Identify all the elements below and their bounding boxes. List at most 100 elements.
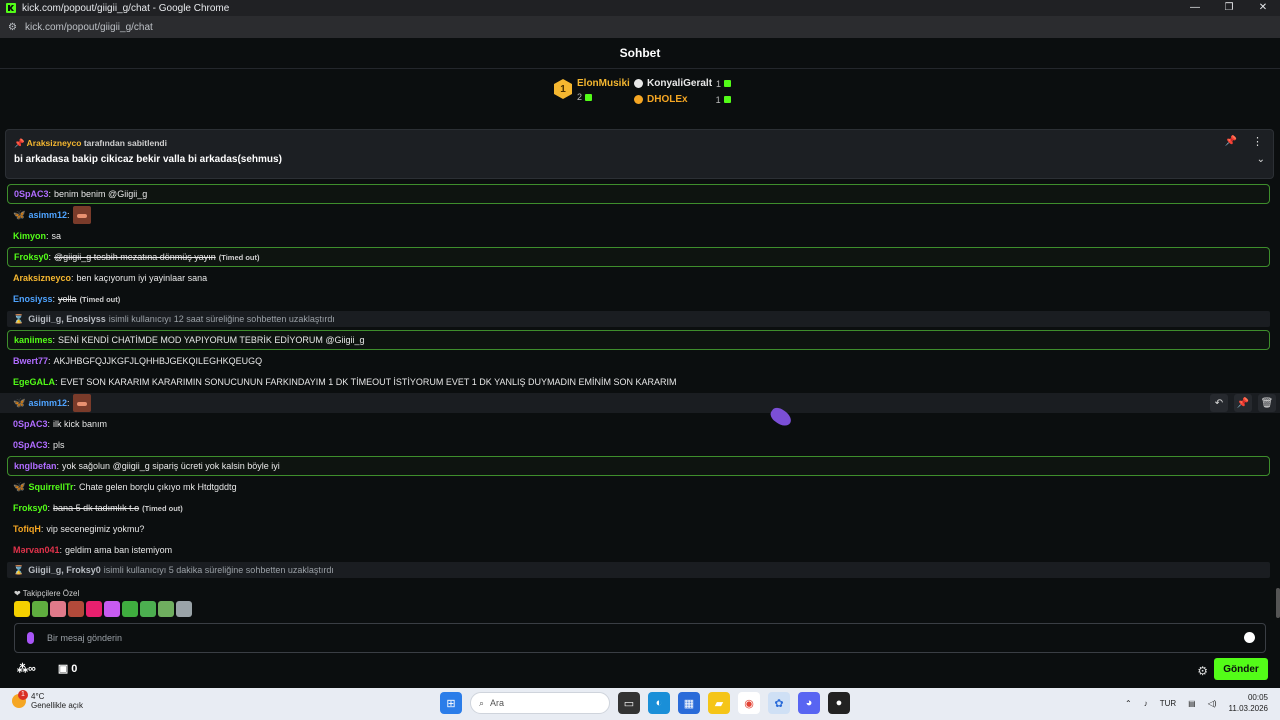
infinity-points[interactable]: ⁂∞: [17, 662, 36, 675]
username[interactable]: 0SpAC3: [14, 189, 49, 199]
chevron-down-icon[interactable]: ⌄: [1257, 154, 1265, 165]
emote-icon[interactable]: [14, 601, 30, 617]
message-composer[interactable]: [14, 623, 1266, 653]
username[interactable]: Mərvan041: [13, 545, 60, 555]
chat-message[interactable]: Kimyon: sa: [7, 226, 1270, 246]
username[interactable]: TofiqH: [13, 524, 41, 534]
username[interactable]: 0SpAC3: [13, 440, 48, 450]
username[interactable]: asimm12: [28, 398, 67, 408]
emote-icon[interactable]: [72, 394, 91, 412]
file-explorer-icon[interactable]: ▰: [708, 692, 730, 714]
username[interactable]: asimm12: [28, 210, 67, 220]
emote-icon[interactable]: [176, 601, 192, 617]
windows-start-icon[interactable]: ⊞: [440, 692, 462, 714]
chat-message[interactable]: Enosiyss: yolla (Timed out): [7, 289, 1270, 309]
username[interactable]: Bwert77: [13, 356, 48, 366]
leaderboard-entry[interactable]: KonyaliGeralt 1: [634, 78, 732, 89]
maximize-button[interactable]: ❐: [1212, 0, 1246, 16]
chat-message[interactable]: 🦋 SquirrellTr: Chate gelen borçlu çıkıyo m…: [7, 477, 1270, 497]
hourglass-icon: ⌛: [13, 564, 25, 575]
username[interactable]: knglbefan: [14, 461, 57, 471]
microphone-icon[interactable]: [27, 632, 34, 644]
emote-icon[interactable]: [68, 601, 84, 617]
pin-message-icon[interactable]: 📌: [1234, 394, 1252, 412]
separator: :: [48, 356, 51, 366]
edge-icon[interactable]: ◐: [648, 692, 670, 714]
chat-page: Sohbet 1 ElonMusiki 2 KonyaliGeralt 1 DH…: [0, 38, 1280, 688]
message-text: pls: [53, 440, 65, 450]
clock[interactable]: 00:05 11.03.2026: [1229, 692, 1268, 714]
discord-icon[interactable]: ◕: [798, 692, 820, 714]
message-text: geldim ama ban istemiyom: [65, 545, 173, 555]
leaderboard-first-name[interactable]: ElonMusiki: [577, 78, 630, 89]
username[interactable]: Froksy0: [14, 252, 49, 262]
search-label: Ara: [490, 698, 505, 708]
app-icon[interactable]: ●: [828, 692, 850, 714]
username[interactable]: kaniimes: [14, 335, 53, 345]
taskbar-search[interactable]: ⌕ Ara: [470, 692, 610, 714]
pinned-message[interactable]: 📌 Araksizneyco tarafından sabitlendi bi …: [5, 129, 1274, 179]
settings-gear-icon[interactable]: ⚙: [1197, 664, 1208, 678]
chat-message[interactable]: TofiqH: vip secenegimiz yokmu?: [7, 519, 1270, 539]
language-indicator[interactable]: TUR: [1160, 699, 1176, 708]
kick-gem-icon: [585, 93, 593, 101]
minimize-button[interactable]: —: [1178, 0, 1212, 16]
network-icon[interactable]: ▤: [1188, 699, 1196, 708]
weather-widget[interactable]: 4°CGenellikle açık: [12, 690, 83, 710]
chrome-icon[interactable]: ◉: [738, 692, 760, 714]
chat-message[interactable]: EgeGALA: EVET SON KARARIM KARARIMIN SONUC…: [7, 372, 1270, 392]
emote-icon[interactable]: [50, 601, 66, 617]
username[interactable]: Froksy0: [13, 503, 48, 513]
chat-message[interactable]: 0SpAC3: ilk kick banım: [7, 414, 1270, 434]
url-text[interactable]: kick.com/popout/giigii_g/chat: [25, 22, 153, 33]
username[interactable]: Araksizneyco: [13, 273, 71, 283]
address-bar[interactable]: ⚙ kick.com/popout/giigii_g/chat: [0, 16, 1280, 38]
scrollbar-thumb[interactable]: [1276, 588, 1280, 618]
microphone-tray-icon[interactable]: ♪: [1144, 699, 1148, 708]
emote-icon[interactable]: [158, 601, 174, 617]
emote-icon[interactable]: [72, 206, 91, 224]
username[interactable]: 0SpAC3: [13, 419, 48, 429]
chat-message[interactable]: knglbefan: yok sağolun @giigii_g sipariş …: [7, 456, 1270, 476]
scrollbar[interactable]: [1275, 118, 1280, 678]
emote-icon[interactable]: [32, 601, 48, 617]
emote-icon[interactable]: [140, 601, 156, 617]
username[interactable]: Enosiyss: [13, 294, 53, 304]
emote-icon[interactable]: [86, 601, 102, 617]
username[interactable]: SquirrellTr: [28, 482, 73, 492]
username[interactable]: Kimyon: [13, 231, 46, 241]
settings-icon[interactable]: ✿: [768, 692, 790, 714]
chat-message[interactable]: 0SpAC3: pls: [7, 435, 1270, 455]
chat-message[interactable]: 0SpAC3: benim benim @Giigii_g: [7, 184, 1270, 204]
chat-message[interactable]: Araksizneyco: ben kaçıyorum iyi yayinlaar…: [7, 268, 1270, 288]
channel-points[interactable]: ▣ 0: [58, 662, 78, 675]
chat-message[interactable]: Froksy0: @giigii_g tesbih mezatına dönmüş…: [7, 247, 1270, 267]
leaderboard-entry[interactable]: DHOLEx 1: [634, 94, 731, 105]
task-view-icon[interactable]: ▭: [618, 692, 640, 714]
emote-icon[interactable]: [122, 601, 138, 617]
leaderboard-first[interactable]: 1: [554, 79, 572, 99]
username[interactable]: EgeGALA: [13, 377, 55, 387]
emoji-picker-icon[interactable]: [1244, 632, 1255, 643]
user-badge-icon: [634, 95, 643, 104]
send-button[interactable]: Gönder: [1214, 658, 1268, 680]
emote-icon[interactable]: [104, 601, 120, 617]
chat-message[interactable]: kaniimes: SENİ KENDİ CHATİMDE MOD YAPIYOR…: [7, 330, 1270, 350]
chat-message[interactable]: Froksy0: bana 5 dk tadımlık t.o (Timed out…: [7, 498, 1270, 518]
message-input[interactable]: [47, 630, 1227, 646]
volume-icon[interactable]: ◁): [1208, 699, 1217, 708]
chat-message-hovered[interactable]: 🦋 asimm12: ↶ 📌 🗑: [0, 393, 1280, 413]
site-info-icon[interactable]: ⚙: [8, 22, 17, 33]
store-icon[interactable]: ▦: [678, 692, 700, 714]
pin-icon[interactable]: 📌: [1225, 136, 1237, 147]
close-button[interactable]: ✕: [1246, 0, 1280, 16]
reply-icon[interactable]: ↶: [1210, 394, 1228, 412]
chat-message[interactable]: 🦋 asimm12:: [7, 205, 1270, 225]
tray-chevron-icon[interactable]: ⌃: [1125, 699, 1132, 708]
search-icon: ⌕: [479, 697, 485, 708]
chat-message[interactable]: Mərvan041: geldim ama ban istemiyom: [7, 540, 1270, 560]
delete-icon[interactable]: 🗑: [1258, 394, 1276, 412]
more-options-icon[interactable]: ⋮: [1252, 135, 1263, 148]
chat-message[interactable]: Bwert77: AKJHBGFQJJKGFJLQHHBJGEKQILEGHKQE…: [7, 351, 1270, 371]
count-value: 1: [716, 78, 722, 89]
